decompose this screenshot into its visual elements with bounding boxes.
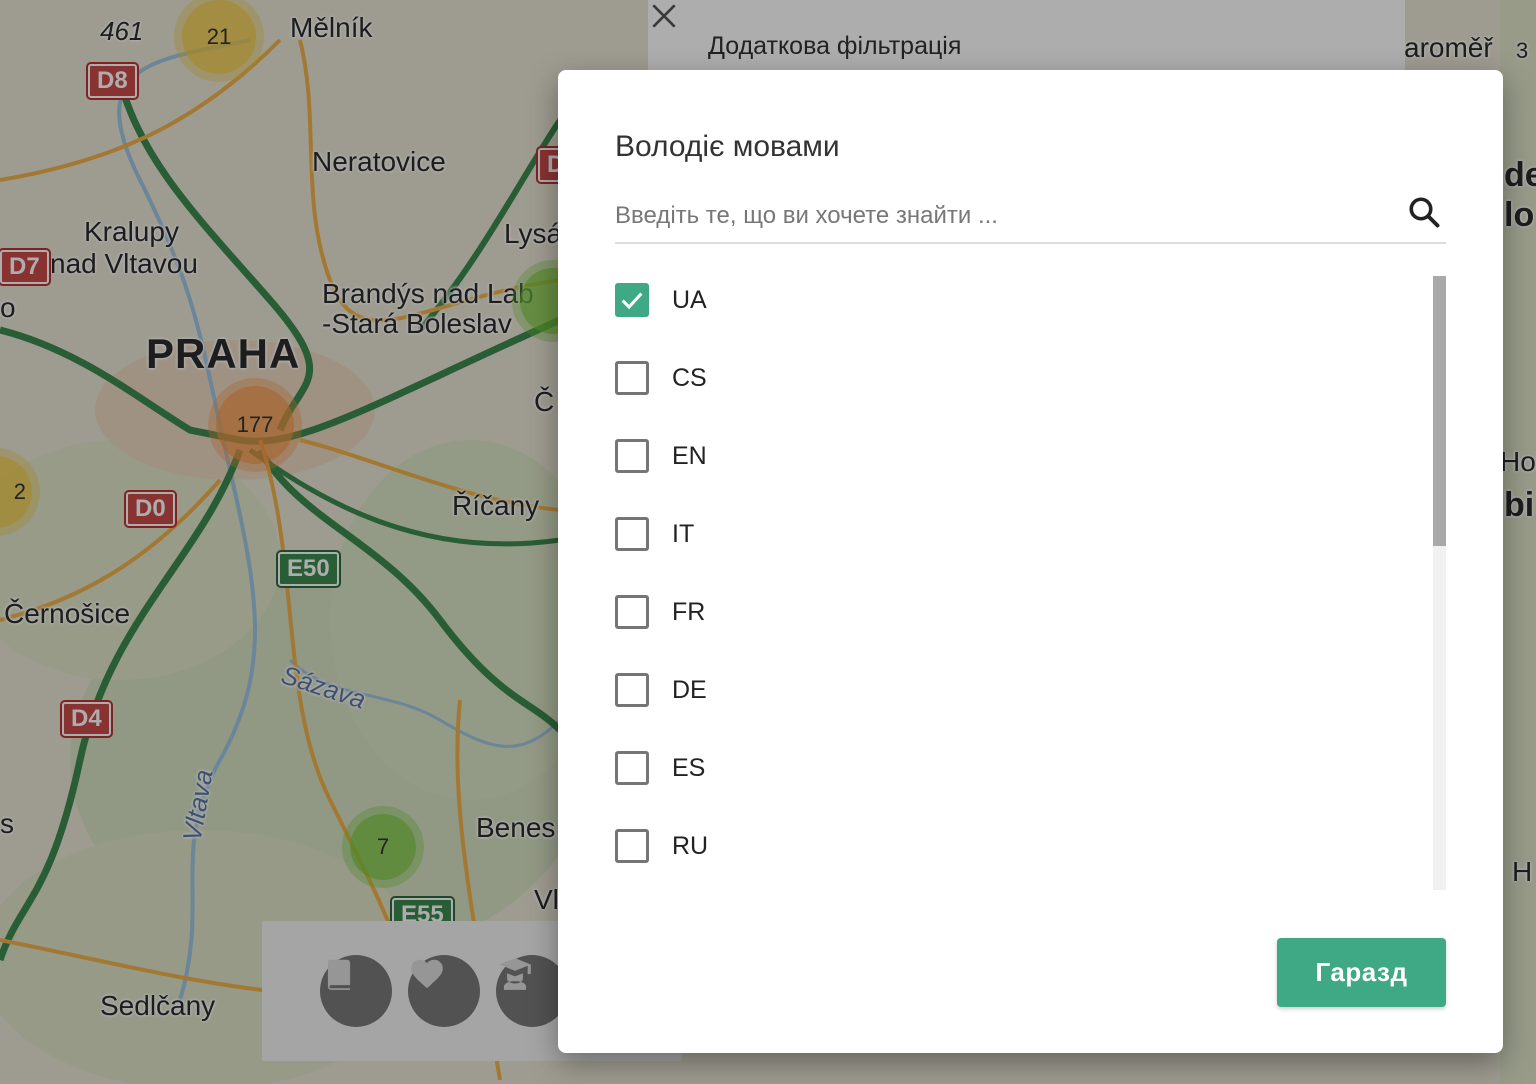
- language-option-cs[interactable]: CS: [615, 358, 707, 398]
- language-label: FR: [672, 597, 706, 626]
- language-label: ES: [672, 753, 706, 782]
- languages-dialog: Володіє мовами UA CS EN IT FR: [558, 70, 1503, 1053]
- language-label: RU: [672, 831, 709, 860]
- language-checkbox[interactable]: [615, 361, 649, 395]
- language-option-ru[interactable]: RU: [615, 826, 708, 866]
- language-option-de[interactable]: DE: [615, 670, 707, 710]
- language-option-fr[interactable]: FR: [615, 592, 705, 632]
- scrollbar-thumb[interactable]: [1433, 276, 1446, 546]
- language-option-en[interactable]: EN: [615, 436, 707, 476]
- language-label: IT: [672, 519, 695, 548]
- language-checkbox[interactable]: [615, 283, 649, 317]
- language-option-it[interactable]: IT: [615, 514, 694, 554]
- ok-button[interactable]: Гаразд: [1277, 938, 1446, 1007]
- dialog-title: Володіє мовами: [615, 130, 840, 163]
- language-list: UA CS EN IT FR DE ES RU: [615, 276, 1415, 890]
- check-icon: [621, 292, 643, 310]
- language-checkbox[interactable]: [615, 673, 649, 707]
- language-option-es[interactable]: ES: [615, 748, 705, 788]
- language-label: DE: [672, 675, 707, 704]
- language-checkbox[interactable]: [615, 751, 649, 785]
- language-label: EN: [672, 441, 707, 470]
- list-scrollbar[interactable]: [1433, 276, 1446, 890]
- language-label: UA: [672, 285, 707, 314]
- language-checkbox[interactable]: [615, 595, 649, 629]
- language-label: CS: [672, 363, 707, 392]
- search-field: [615, 188, 1446, 244]
- language-checkbox[interactable]: [615, 439, 649, 473]
- language-option-ua[interactable]: UA: [615, 280, 707, 320]
- search-icon[interactable]: [1406, 194, 1442, 230]
- language-checkbox[interactable]: [615, 829, 649, 863]
- search-input[interactable]: [615, 196, 1395, 236]
- language-checkbox[interactable]: [615, 517, 649, 551]
